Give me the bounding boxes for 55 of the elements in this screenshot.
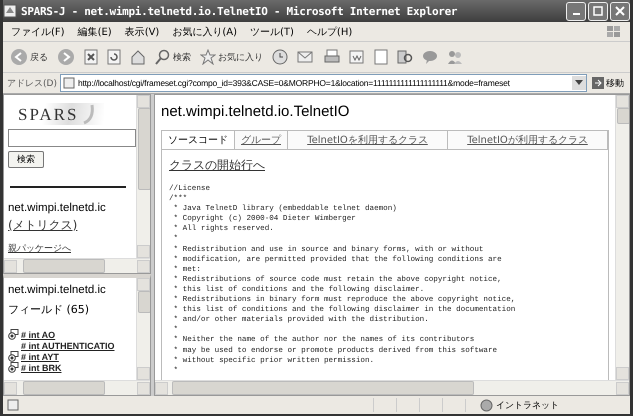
minimize-button[interactable] xyxy=(566,2,586,20)
class-start-link[interactable]: クラスの開始行へ xyxy=(169,157,265,174)
windows-flag-icon xyxy=(606,24,622,38)
field-link[interactable]: # int AO xyxy=(21,330,56,340)
page-icon xyxy=(62,77,75,89)
tab[interactable]: TelnetIOを利用するクラス xyxy=(288,131,448,149)
horizontal-scrollbar[interactable] xyxy=(4,380,150,395)
field-link[interactable]: # int AUTHENTICATIO xyxy=(21,340,114,350)
vertical-scrollbar[interactable] xyxy=(615,95,629,380)
spars-logo: SPARS xyxy=(18,103,104,125)
search-button[interactable]: 検索 xyxy=(152,47,194,67)
favorites-button[interactable]: お気に入り xyxy=(197,47,266,67)
envelope-icon xyxy=(297,49,315,65)
horizontal-scrollbar[interactable] xyxy=(155,380,629,395)
fields-heading: フィールド (65) xyxy=(8,302,90,317)
package-name: net.wimpi.telnetd.ic xyxy=(8,202,107,214)
go-button[interactable]: 移動 xyxy=(590,76,626,90)
page-icon xyxy=(7,399,19,411)
search-field[interactable] xyxy=(8,129,136,147)
menu-item[interactable]: お気に入り(A) xyxy=(172,24,237,38)
maximize-icon xyxy=(593,6,603,16)
window-title: SPARS-J - net.wimpi.telnetd.io.TelnetIO - Microsoft Internet Explorer xyxy=(21,4,458,18)
field-icon xyxy=(8,351,19,362)
vertical-scrollbar[interactable] xyxy=(136,278,150,380)
menu-item[interactable]: ツール(T) xyxy=(250,24,294,38)
address-label: アドレス(D) xyxy=(7,78,57,90)
close-button[interactable] xyxy=(610,2,630,20)
field-link[interactable]: # int AYT xyxy=(21,352,59,362)
menu-item[interactable]: ファイル(F) xyxy=(11,24,65,38)
horizontal-scrollbar[interactable] xyxy=(4,258,150,273)
minimize-icon xyxy=(572,13,580,15)
back-button[interactable]: 戻る xyxy=(7,46,51,68)
arrow-right-icon xyxy=(592,77,604,89)
vertical-scrollbar[interactable] xyxy=(136,95,150,258)
menu-item[interactable]: ヘルプ(H) xyxy=(306,24,352,38)
address-field[interactable]: http://localhost/cgi/frameset.cgi?compo_id=393&CASE=0&MORPHO=1&location=1111111111111111111&mode=frameset xyxy=(60,74,587,92)
star-icon xyxy=(200,49,216,65)
intranet-globe-icon xyxy=(480,398,493,412)
class-title: net.wimpi.telnetd.io.TelnetIO xyxy=(161,103,350,120)
security-zone: イントラネット xyxy=(496,400,559,412)
field-icon xyxy=(8,329,19,340)
field-icon xyxy=(8,362,19,373)
page-icon xyxy=(3,4,17,18)
maximize-button[interactable] xyxy=(588,2,608,20)
field-link[interactable]: # int BRK xyxy=(21,362,62,372)
menu-item[interactable]: 編集(E) xyxy=(78,24,112,38)
close-icon xyxy=(615,6,625,16)
search-button[interactable]: 検索 xyxy=(8,151,44,168)
metrics-link[interactable]: (メトリクス) xyxy=(8,217,78,234)
menu-item[interactable]: 表示(V) xyxy=(124,24,160,38)
tab[interactable]: TelnetIOが利用するクラス xyxy=(448,131,608,149)
parent-package-link[interactable]: 親パッケージへ xyxy=(8,242,132,255)
tab[interactable]: グループ xyxy=(235,131,288,149)
search-icon xyxy=(155,49,171,65)
class-name: net.wimpi.telnetd.ic xyxy=(8,284,107,296)
